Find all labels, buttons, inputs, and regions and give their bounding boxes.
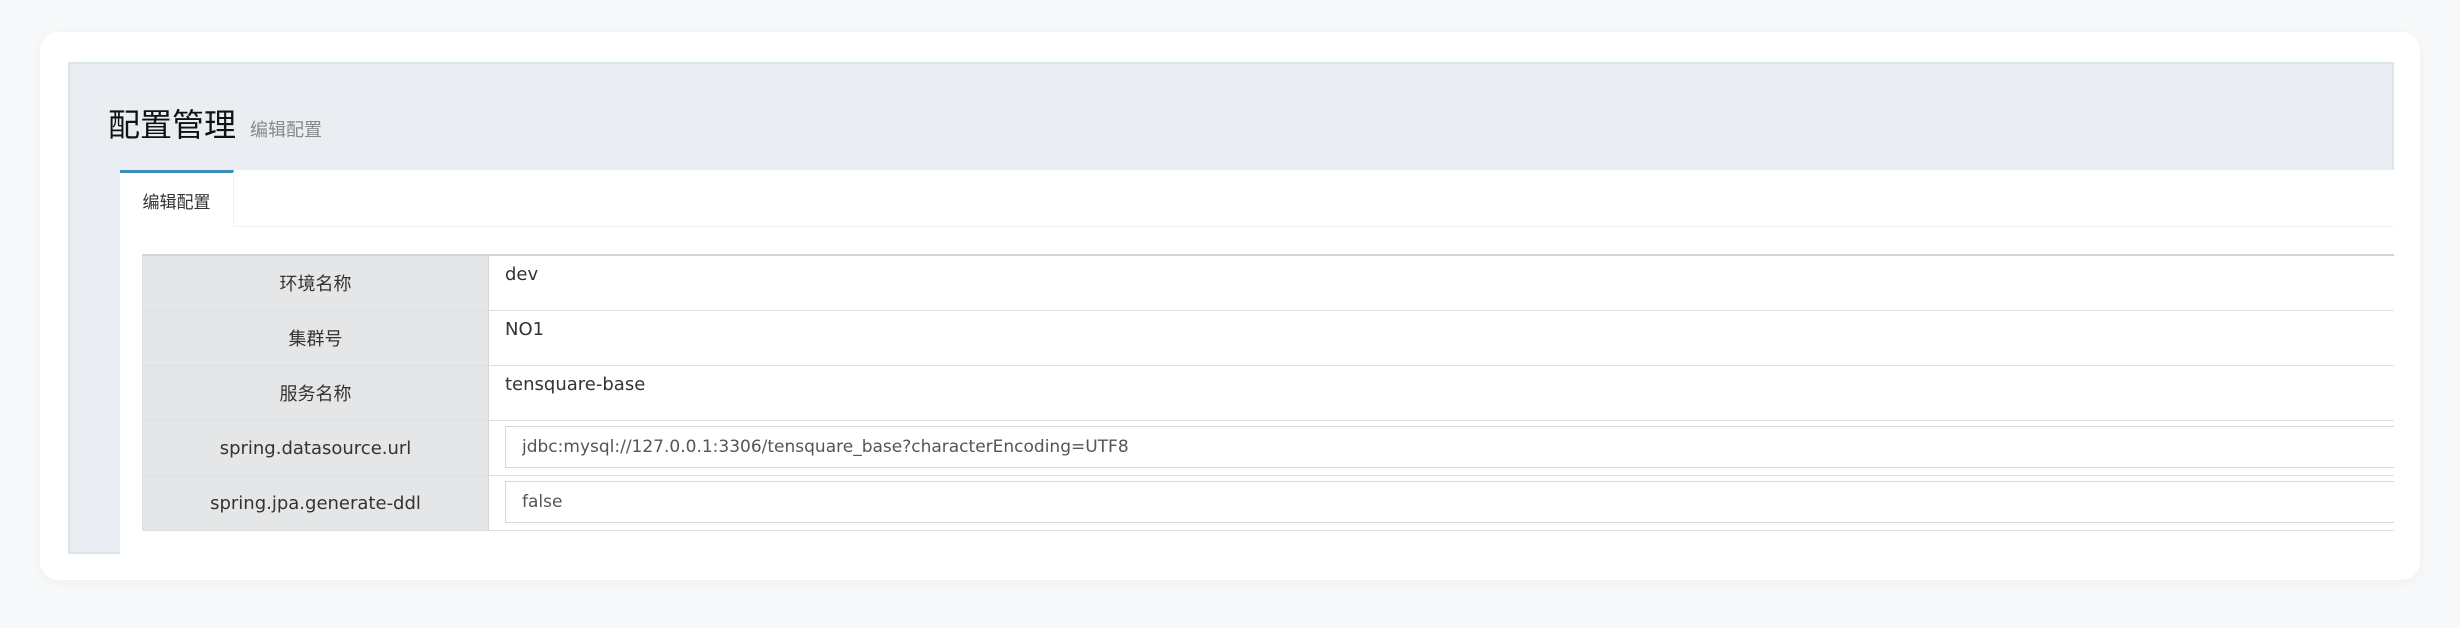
page-title: 配置管理 [108, 106, 237, 144]
form-row-datasource-url: spring.datasource.url [143, 421, 2394, 476]
form-row-service-name: 服务名称 tensquare-base [143, 366, 2394, 421]
datasource-url-wrap [489, 421, 2394, 475]
env-name-label: 环境名称 [143, 256, 489, 310]
datasource-url-input[interactable] [505, 426, 2394, 468]
form-row-env-name: 环境名称 dev [143, 256, 2394, 311]
env-name-value: dev [489, 256, 2394, 310]
service-name-value: tensquare-base [489, 366, 2394, 420]
tab-box: 编辑配置 环境名称 dev 集群号 NO1 服务名称 tensquare-bas… [120, 170, 2394, 554]
generate-ddl-label: spring.jpa.generate-ddl [143, 476, 489, 530]
form-row-cluster: 集群号 NO1 [143, 311, 2394, 366]
config-form-table: 环境名称 dev 集群号 NO1 服务名称 tensquare-base spr… [142, 254, 2394, 531]
page-subtitle: 编辑配置 [250, 120, 323, 141]
content-panel: 配置管理 编辑配置 编辑配置 环境名称 dev 集群号 NO1 服务名称 ten… [68, 62, 2394, 554]
generate-ddl-input[interactable] [505, 481, 2394, 523]
page-header: 配置管理 编辑配置 [108, 100, 322, 146]
service-name-label: 服务名称 [143, 366, 489, 420]
form-row-generate-ddl: spring.jpa.generate-ddl [143, 476, 2394, 531]
generate-ddl-wrap [489, 476, 2394, 530]
datasource-url-label: spring.datasource.url [143, 421, 489, 475]
cluster-label: 集群号 [143, 311, 489, 365]
tab-edit-config[interactable]: 编辑配置 [120, 170, 234, 227]
cluster-value: NO1 [489, 311, 2394, 365]
tab-bar: 编辑配置 [120, 170, 2394, 227]
